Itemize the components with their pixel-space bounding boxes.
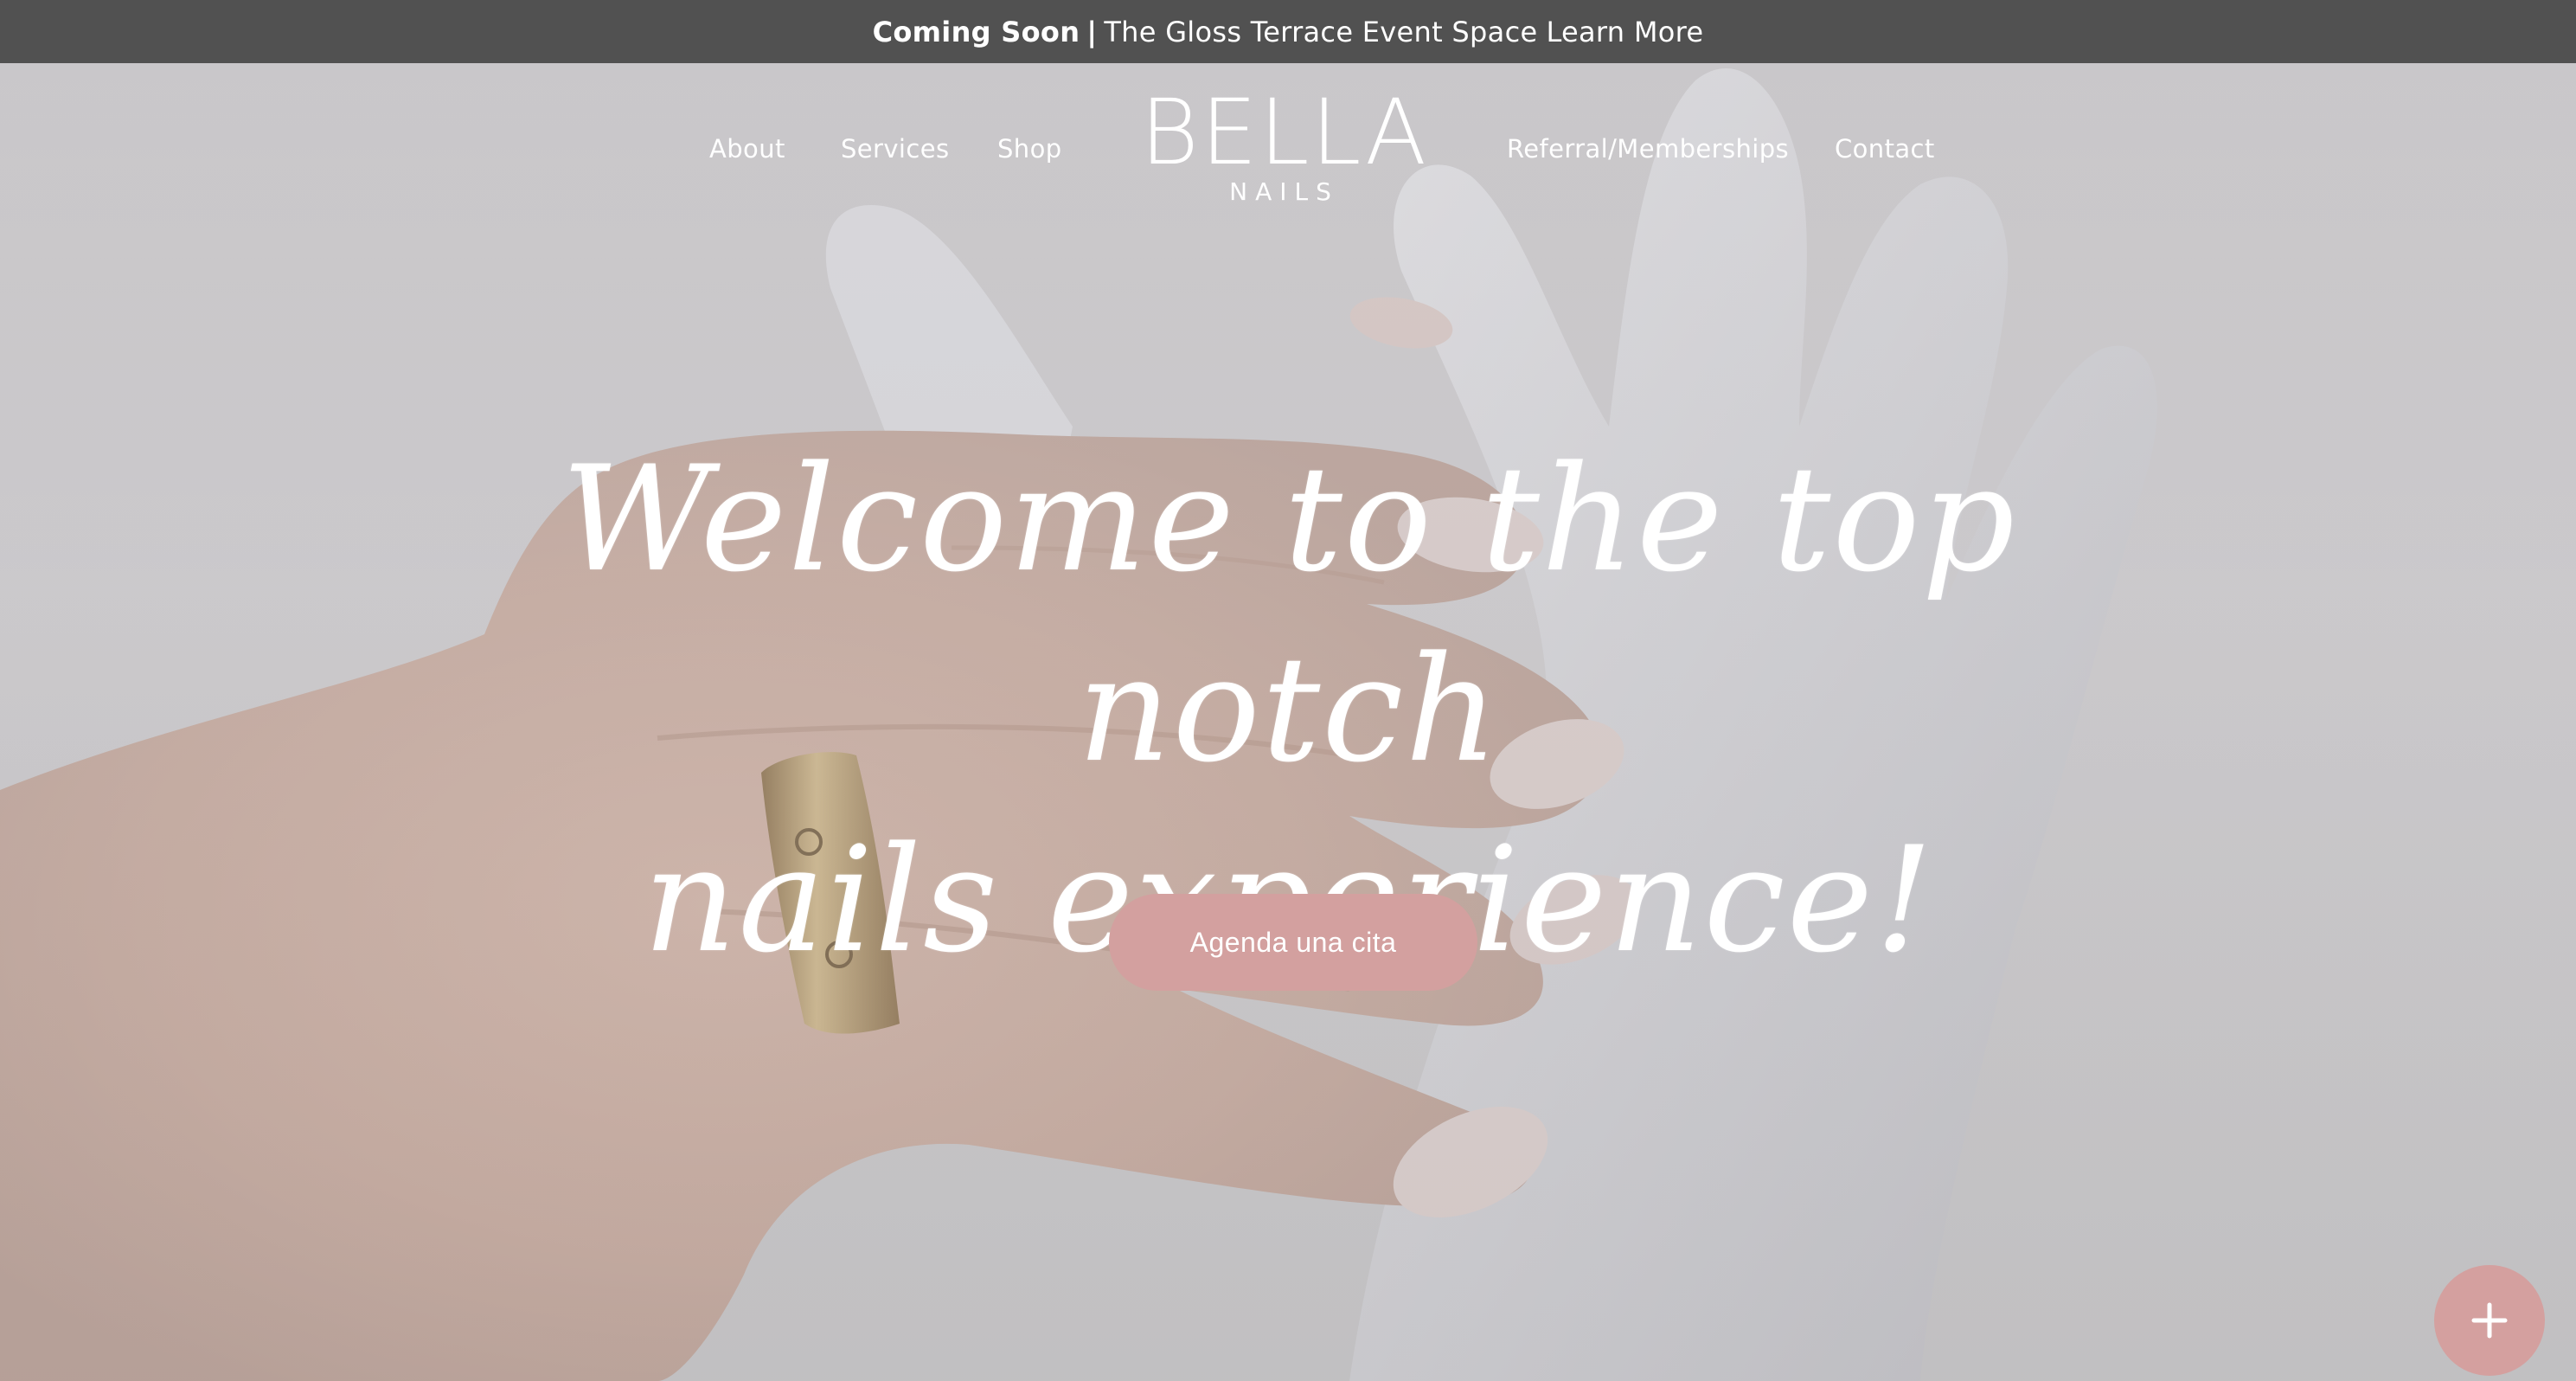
book-appointment-button[interactable]: Agenda una cita [1109, 894, 1477, 991]
logo-wordmark: BELLA [1139, 80, 1429, 185]
announcement-bar: Coming Soon | The Gloss Terrace Event Sp… [0, 0, 2576, 63]
announcement-separator: | [1086, 15, 1098, 48]
main-nav: About Services Shop BELLA NAILS Referral… [0, 63, 2576, 236]
nav-shop[interactable]: Shop [997, 134, 1062, 164]
plus-icon [2471, 1302, 2508, 1339]
announcement-bold: Coming Soon [872, 15, 1080, 48]
announcement-text: The Gloss Terrace Event Space [1104, 15, 1538, 48]
floating-action-button[interactable] [2434, 1265, 2545, 1376]
announcement-learn-more-link[interactable]: Learn More [1546, 16, 1703, 48]
bella-nails-logo[interactable]: BELLA NAILS [1135, 80, 1433, 210]
nav-referral-memberships[interactable]: Referral/Memberships [1507, 134, 1789, 164]
nav-about[interactable]: About [709, 134, 785, 164]
page: Coming Soon | The Gloss Terrace Event Sp… [0, 0, 2576, 1381]
nav-services[interactable]: Services [841, 134, 950, 164]
hero-headline-line-1: Welcome to the top notch [561, 434, 2017, 794]
nav-contact[interactable]: Contact [1835, 134, 1935, 164]
